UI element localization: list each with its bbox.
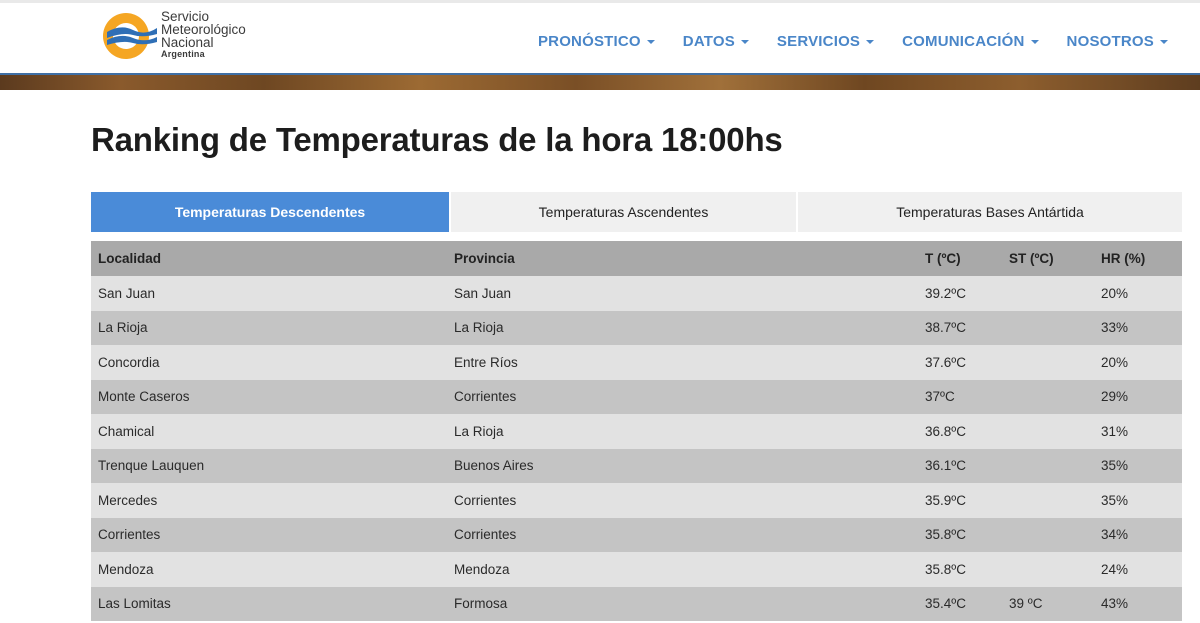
cell-localidad: Chamical xyxy=(91,414,447,449)
chevron-down-icon xyxy=(1030,40,1039,44)
logo-text: Servicio Meteorológico Nacional Argentin… xyxy=(161,10,246,60)
table-row: Las Lomitas Formosa 35.4ºC 39 ºC 43% xyxy=(91,586,1182,621)
cell-localidad: La Rioja xyxy=(91,310,447,345)
cell-humedad: 34% xyxy=(1094,517,1182,552)
cell-sensacion-termica xyxy=(1002,448,1094,483)
cell-temperatura: 35.4ºC xyxy=(918,586,1002,621)
smn-logo-icon xyxy=(103,13,157,59)
logo-country: Argentina xyxy=(161,49,205,59)
cell-temperatura: 35.8ºC xyxy=(918,552,1002,587)
table-row: Monte Caseros Corrientes 37ºC 29% xyxy=(91,379,1182,414)
tab-temperaturas-ascendentes[interactable]: Temperaturas Ascendentes xyxy=(451,192,798,232)
table-row: San Juan San Juan 39.2ºC 20% xyxy=(91,276,1182,311)
cell-provincia: La Rioja xyxy=(447,310,918,345)
cell-sensacion-termica: 39 ºC xyxy=(1002,586,1094,621)
cell-temperatura: 35.9ºC xyxy=(918,483,1002,518)
cell-provincia: Corrientes xyxy=(447,483,918,518)
nav-item-label: PRONÓSTICO xyxy=(537,32,641,50)
cell-provincia: Formosa xyxy=(447,586,918,621)
cell-temperatura: 35.8ºC xyxy=(918,517,1002,552)
nav-item-label: DATOS xyxy=(682,32,735,50)
cell-humedad: 35% xyxy=(1094,448,1182,483)
cell-provincia: San Juan xyxy=(447,276,918,311)
cell-humedad: 35% xyxy=(1094,483,1182,518)
cell-humedad: 33% xyxy=(1094,310,1182,345)
ranking-table: Localidad Provincia T (ºC) ST (ºC) HR (%… xyxy=(91,241,1182,621)
nav-item-pronostico[interactable]: PRONÓSTICO xyxy=(538,29,655,53)
column-header-localidad: Localidad xyxy=(91,241,447,276)
nav-item-nosotros[interactable]: NOSOTROS xyxy=(1067,29,1168,53)
cell-sensacion-termica xyxy=(1002,414,1094,449)
nav-item-label: SERVICIOS xyxy=(776,32,861,50)
cell-sensacion-termica xyxy=(1002,276,1094,311)
page-title: Ranking de Temperaturas de la hora 18:00… xyxy=(91,121,783,158)
tab-temperaturas-descendentes[interactable]: Temperaturas Descendentes xyxy=(91,192,451,232)
site-header: Servicio Meteorológico Nacional Argentin… xyxy=(0,3,1200,73)
header-banner-image xyxy=(0,73,1200,90)
cell-localidad: Las Lomitas xyxy=(91,586,447,621)
cell-localidad: Trenque Lauquen xyxy=(91,448,447,483)
cell-provincia: Corrientes xyxy=(447,379,918,414)
table-header-row: Localidad Provincia T (ºC) ST (ºC) HR (%… xyxy=(91,241,1182,276)
cell-localidad: Monte Caseros xyxy=(91,379,447,414)
cell-provincia: Buenos Aires xyxy=(447,448,918,483)
cell-humedad: 43% xyxy=(1094,586,1182,621)
column-header-provincia: Provincia xyxy=(447,241,918,276)
cell-sensacion-termica xyxy=(1002,517,1094,552)
cell-sensacion-termica xyxy=(1002,483,1094,518)
cell-sensacion-termica xyxy=(1002,379,1094,414)
nav-item-label: NOSOTROS xyxy=(1066,32,1154,50)
chevron-down-icon xyxy=(866,40,875,44)
cell-sensacion-termica xyxy=(1002,552,1094,587)
main-nav: PRONÓSTICO DATOS SERVICIOS COMUNICACIÓN … xyxy=(510,29,1168,53)
chevron-down-icon xyxy=(740,40,749,44)
logo-line-3: Nacional xyxy=(161,35,214,50)
cell-humedad: 31% xyxy=(1094,414,1182,449)
cell-temperatura: 36.8ºC xyxy=(918,414,1002,449)
cell-provincia: Mendoza xyxy=(447,552,918,587)
cell-localidad: Mercedes xyxy=(91,483,447,518)
column-header-temperatura: T (ºC) xyxy=(918,241,1002,276)
ranking-tabs: Temperaturas Descendentes Temperaturas A… xyxy=(91,192,1182,232)
table-row: La Rioja La Rioja 38.7ºC 33% xyxy=(91,310,1182,345)
cell-localidad: Corrientes xyxy=(91,517,447,552)
cell-sensacion-termica xyxy=(1002,310,1094,345)
site-logo[interactable]: Servicio Meteorológico Nacional Argentin… xyxy=(99,6,279,66)
cell-temperatura: 37ºC xyxy=(918,379,1002,414)
cell-temperatura: 36.1ºC xyxy=(918,448,1002,483)
cell-localidad: San Juan xyxy=(91,276,447,311)
cell-humedad: 29% xyxy=(1094,379,1182,414)
table-body: San Juan San Juan 39.2ºC 20% La Rioja La Rioj… xyxy=(91,276,1182,621)
chevron-down-icon xyxy=(1160,40,1168,44)
table-row: Mercedes Corrientes 35.9ºC 35% xyxy=(91,483,1182,518)
cell-temperatura: 39.2ºC xyxy=(918,276,1002,311)
chevron-down-icon xyxy=(646,40,655,44)
table-row: Concordia Entre Ríos 37.6ºC 20% xyxy=(91,345,1182,380)
cell-sensacion-termica xyxy=(1002,345,1094,380)
cell-localidad: Mendoza xyxy=(91,552,447,587)
cell-provincia: Entre Ríos xyxy=(447,345,918,380)
column-header-humedad: HR (%) xyxy=(1094,241,1182,276)
cell-humedad: 20% xyxy=(1094,276,1182,311)
cell-temperatura: 37.6ºC xyxy=(918,345,1002,380)
nav-item-label: COMUNICACIÓN xyxy=(902,32,1025,50)
nav-item-servicios[interactable]: SERVICIOS xyxy=(776,29,875,53)
cell-humedad: 20% xyxy=(1094,345,1182,380)
cell-temperatura: 38.7ºC xyxy=(918,310,1002,345)
table-row: Chamical La Rioja 36.8ºC 31% xyxy=(91,414,1182,449)
nav-item-datos[interactable]: DATOS xyxy=(683,29,749,53)
column-header-sensacion-termica: ST (ºC) xyxy=(1002,241,1094,276)
table-row: Mendoza Mendoza 35.8ºC 24% xyxy=(91,552,1182,587)
cell-provincia: La Rioja xyxy=(447,414,918,449)
cell-provincia: Corrientes xyxy=(447,517,918,552)
table-row: Corrientes Corrientes 35.8ºC 34% xyxy=(91,517,1182,552)
cell-humedad: 24% xyxy=(1094,552,1182,587)
nav-item-comunicacion[interactable]: COMUNICACIÓN xyxy=(902,29,1039,53)
cell-localidad: Concordia xyxy=(91,345,447,380)
table-row: Trenque Lauquen Buenos Aires 36.1ºC 35% xyxy=(91,448,1182,483)
tab-temperaturas-bases-antartida[interactable]: Temperaturas Bases Antártida xyxy=(798,192,1182,232)
